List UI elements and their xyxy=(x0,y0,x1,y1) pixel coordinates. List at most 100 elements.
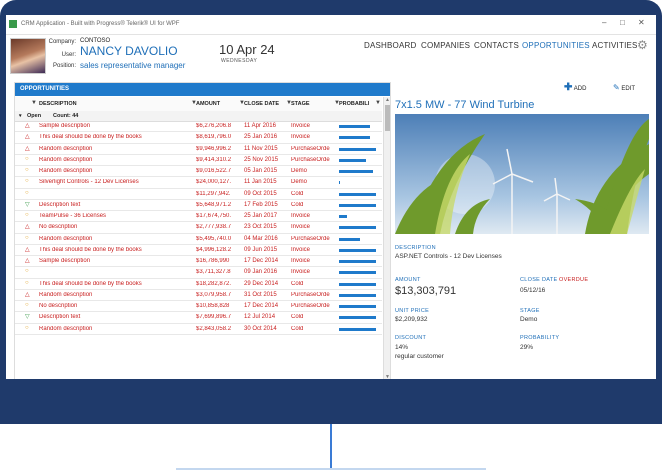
row-close-date: 17 Dec 2014 xyxy=(244,303,279,309)
maximize-icon[interactable]: □ xyxy=(620,18,625,27)
close-date-label: CLOSE DATE xyxy=(520,277,558,283)
row-stage: Invoice xyxy=(291,134,311,141)
nav-contacts[interactable]: CONTACTS xyxy=(474,41,519,50)
table-row[interactable]: △ This deal should be done by the books $8… xyxy=(15,132,382,144)
opportunities-title: OPPORTUNITIES xyxy=(20,86,70,92)
nav-dashboard[interactable]: DASHBOARD xyxy=(364,41,416,50)
row-amount: $11,297,942. xyxy=(196,190,231,197)
filter-icon[interactable]: ▼ xyxy=(31,100,37,106)
row-probability-bar xyxy=(339,147,376,151)
table-row[interactable]: ○ Random description $9,016,522.7 05 Jan 20… xyxy=(15,166,382,178)
row-amount: $9,414,310.2 xyxy=(196,156,232,163)
row-probability-bar xyxy=(339,136,370,140)
edit-button[interactable]: ✎ EDIT xyxy=(613,83,635,92)
stage-value: Demo xyxy=(520,316,538,323)
opportunities-panel: OPPORTUNITIES ▼ DESCRIPTION ▼ AMOUNT ▼ C… xyxy=(14,82,391,379)
table-row[interactable]: ▽ Description text $5,648,971.2 17 Feb 2015… xyxy=(15,200,382,211)
row-close-date: 09 Oct 2015 xyxy=(244,190,277,197)
circle-icon: ○ xyxy=(25,279,29,286)
table-row[interactable]: △ Sample description $16,786,990 17 Dec 201… xyxy=(15,256,382,268)
row-probability-bar xyxy=(339,125,370,128)
table-row[interactable]: ○ No description $10,858,828 17 Dec 2014 Pur… xyxy=(15,301,382,313)
app-icon xyxy=(9,20,17,28)
scroll-down-icon[interactable]: ▼ xyxy=(385,374,390,379)
circle-icon: ○ xyxy=(25,302,29,308)
table-row[interactable]: ○ $3,711,327.8 09 Jan 2016 Invoice xyxy=(15,267,382,279)
warning-icon: △ xyxy=(25,258,30,264)
row-amount: $2,777,938.7 xyxy=(196,224,232,231)
row-amount: $8,619,796.0 xyxy=(196,134,232,141)
column-probability[interactable]: PROBABILI xyxy=(339,101,369,107)
discount-note: regular customer xyxy=(395,353,444,360)
table-row[interactable]: ○ $11,297,942. 09 Oct 2015 Cold xyxy=(15,189,382,200)
user-label: User: xyxy=(61,52,76,58)
table-row[interactable]: △ No description $2,777,938.7 23 Oct 2015 In… xyxy=(15,222,382,234)
circle-icon: ○ xyxy=(25,268,29,275)
column-close-date[interactable]: CLOSE DATE xyxy=(244,101,279,107)
circle-icon: ○ xyxy=(25,167,29,173)
row-description: TeamPulse - 36 Licenses xyxy=(39,213,107,219)
minimize-icon[interactable]: – xyxy=(602,18,606,27)
table-row[interactable]: ○ TeamPulse - 36 Licenses $17,674,750. 25 J… xyxy=(15,211,382,223)
amount-label: AMOUNT xyxy=(395,277,421,283)
row-close-date: 31 Oct 2015 xyxy=(244,291,277,298)
row-close-date: 25 Nov 2015 xyxy=(244,156,279,163)
row-description: Description text xyxy=(39,314,81,321)
opportunities-rows: △ Sample description $6,276,206.8 11 Apr 20… xyxy=(15,121,382,335)
add-button[interactable]: ✚ ADD xyxy=(564,82,586,93)
row-stage: Cold xyxy=(291,314,304,321)
row-description: This deal should be done by the books xyxy=(39,246,142,253)
filter-icon[interactable]: ▼ xyxy=(375,100,381,106)
table-row[interactable]: ○ Random description $5,495,740.0 04 Mar 20… xyxy=(15,234,382,245)
grid-scrollbar[interactable]: ▲ ▼ xyxy=(383,97,390,379)
row-stage: Cold xyxy=(291,325,304,332)
row-probability-bar xyxy=(339,170,373,173)
row-amount: $9,946,996.2 xyxy=(196,145,232,152)
edit-label: EDIT xyxy=(621,86,636,92)
row-stage: Invoice xyxy=(291,213,311,219)
circle-icon: ○ xyxy=(25,234,29,241)
warning-icon: △ xyxy=(25,145,30,152)
unit-price-label: UNIT PRICE xyxy=(395,308,430,314)
down-icon: ▽ xyxy=(25,201,30,208)
table-row[interactable]: △ Random description $3,079,958.7 31 Oct 20… xyxy=(15,290,382,301)
opportunity-photo xyxy=(395,114,649,234)
row-description: No description xyxy=(39,224,78,231)
description-value: ASP.NET Controls - 12 Dev Licenses xyxy=(395,253,502,260)
row-description: Random description xyxy=(39,291,93,298)
nav-opportunities[interactable]: OPPORTUNITIES xyxy=(522,41,590,50)
row-stage: Invoice xyxy=(291,269,311,276)
table-row[interactable]: △ Sample description $6,276,206.8 11 Apr 20… xyxy=(15,121,382,133)
table-row[interactable]: ▽ Description text $7,699,896.7 12 Jul 2014… xyxy=(15,312,382,324)
gear-icon[interactable]: ⚙ xyxy=(637,38,648,52)
row-stage: Invoice xyxy=(291,246,311,253)
table-row[interactable]: △ This deal should be done by the books $4… xyxy=(15,245,382,256)
row-close-date: 30 Oct 2014 xyxy=(244,325,277,332)
close-icon[interactable]: ✕ xyxy=(638,18,645,27)
table-row[interactable]: △ Random description $9,946,996.2 11 Nov 20… xyxy=(15,144,382,155)
column-stage[interactable]: STAGE xyxy=(291,101,310,107)
table-row[interactable]: ○ Random description $9,414,310.2 25 Nov 20… xyxy=(15,155,382,166)
scroll-up-icon[interactable]: ▲ xyxy=(385,97,390,103)
row-description: No description xyxy=(39,303,78,309)
row-close-date: 11 Nov 2015 xyxy=(244,145,278,152)
row-stage: Cold xyxy=(291,190,304,197)
collapse-icon[interactable]: ▾ xyxy=(19,113,22,119)
row-probability-bar xyxy=(339,305,376,308)
row-amount: $24,000,127. xyxy=(196,179,232,186)
table-row[interactable]: ○ Silverlight Controls - 12 Dev Licenses $… xyxy=(15,177,382,189)
position-value: sales representative manager xyxy=(80,61,186,70)
table-row[interactable]: ○ This deal should be done by the books $1… xyxy=(15,279,382,290)
row-amount: $18,282,872. xyxy=(196,280,232,287)
app-window: CRM Application - Built with Progress® T… xyxy=(6,15,656,379)
row-description: Random description xyxy=(39,325,93,332)
scrollbar-thumb[interactable] xyxy=(385,105,390,131)
column-description[interactable]: DESCRIPTION xyxy=(39,101,77,107)
row-stage: Invoice xyxy=(291,224,311,231)
description-label: DESCRIPTION xyxy=(395,245,436,251)
nav-activities[interactable]: ACTIVITIES xyxy=(592,41,638,50)
row-probability-bar xyxy=(339,215,347,218)
nav-companies[interactable]: COMPANIES xyxy=(421,41,470,50)
column-amount[interactable]: AMOUNT xyxy=(196,101,220,107)
table-row[interactable]: ○ Random description $2,843,058.2 30 Oct 20… xyxy=(15,324,382,335)
